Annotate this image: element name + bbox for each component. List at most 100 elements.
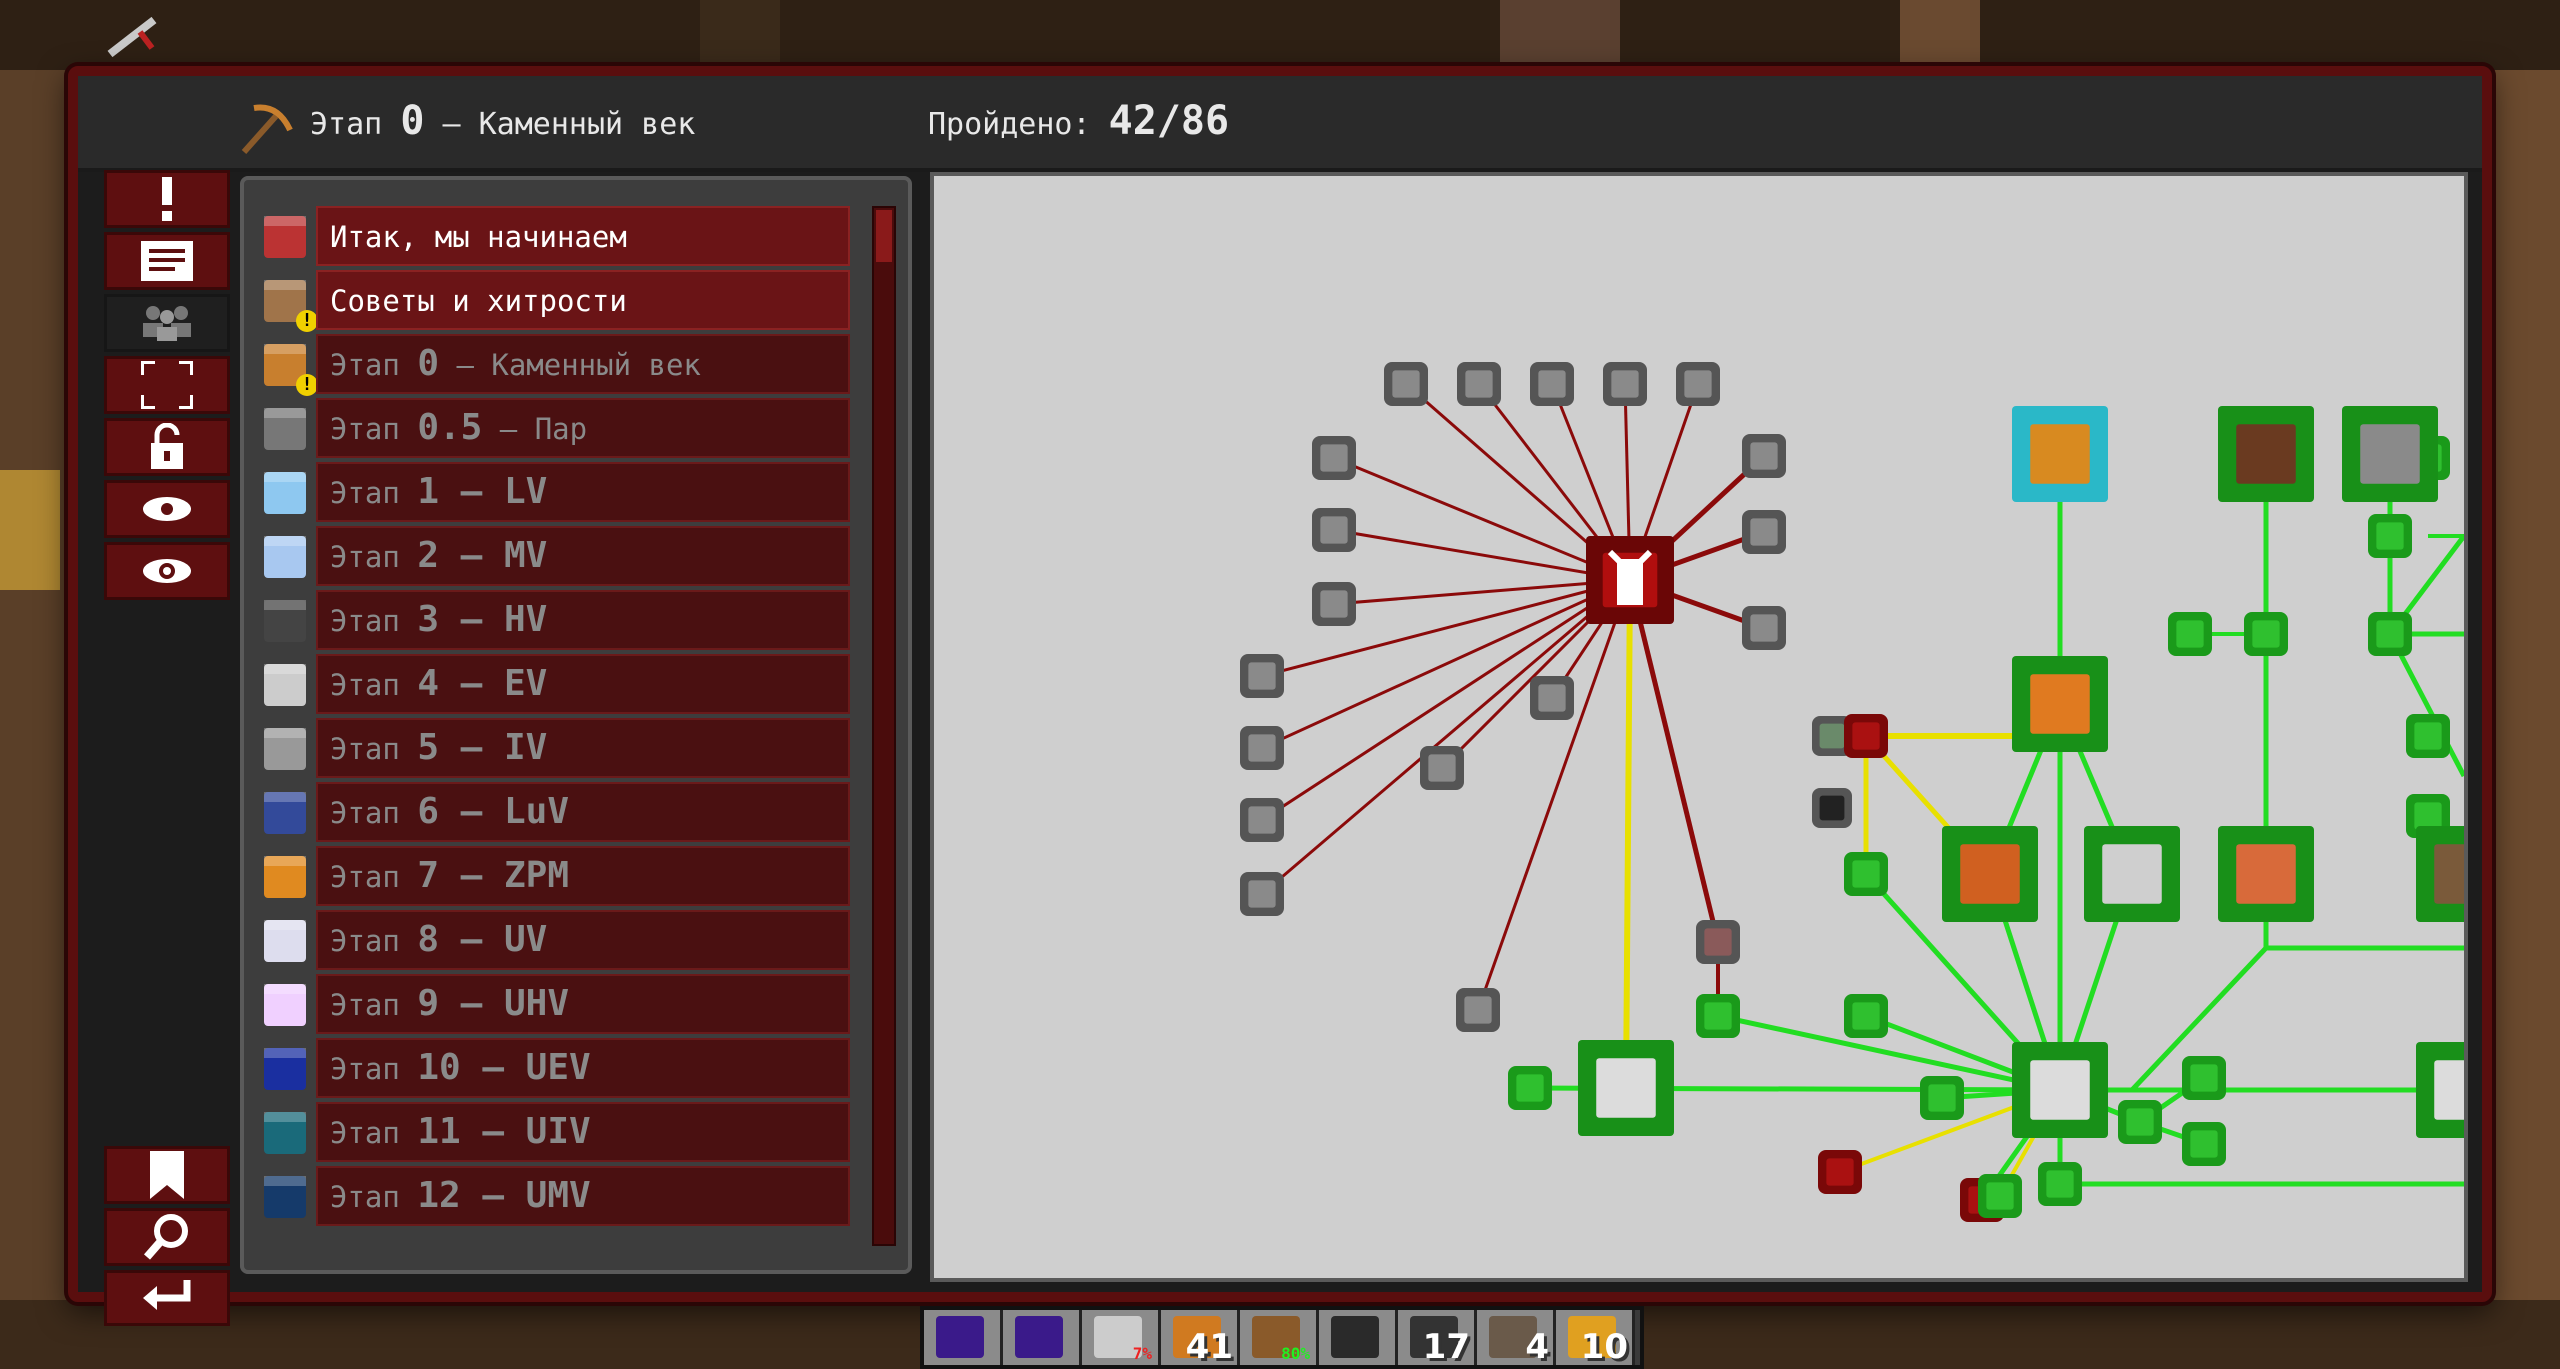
quest-node-complete[interactable] xyxy=(2038,1162,2082,1206)
durability-percent: 80% xyxy=(1281,1344,1310,1363)
quest-node-locked[interactable] xyxy=(1844,714,1888,758)
quest-node-locked[interactable] xyxy=(1742,434,1786,478)
quest-node-locked[interactable] xyxy=(1676,362,1720,406)
quest-node-locked[interactable] xyxy=(1742,510,1786,554)
quest-node-locked[interactable] xyxy=(1530,676,1574,720)
quest-node-locked[interactable] xyxy=(1240,726,1284,770)
quest-dependency-line xyxy=(1623,579,1633,1089)
quest-node-complete[interactable] xyxy=(2182,1122,2226,1166)
iron-ingot-icon[interactable] xyxy=(1578,1040,1674,1136)
chapter-label: Этап 3 – HV xyxy=(316,590,850,650)
chapter-label: Этап 11 – UIV xyxy=(316,1102,850,1162)
exclamation-button[interactable] xyxy=(104,170,230,228)
hotbar-slot[interactable]: 17 xyxy=(1398,1310,1477,1367)
quest-node-complete[interactable] xyxy=(1696,994,1740,1038)
quest-node-locked[interactable] xyxy=(1818,1150,1862,1194)
quest-node-complete[interactable] xyxy=(1844,852,1888,896)
quest-node-complete[interactable] xyxy=(1978,1174,2022,1218)
quest-node-locked[interactable] xyxy=(1240,872,1284,916)
quest-node-complete[interactable] xyxy=(1920,1076,1964,1120)
chapter-item[interactable]: Этап 2 – MV xyxy=(258,526,858,588)
quest-node-locked[interactable] xyxy=(1240,798,1284,842)
chapter-item[interactable]: Этап 4 – EV xyxy=(258,654,858,716)
chapter-item[interactable]: Этап 12 – UMV xyxy=(258,1166,858,1228)
quest-node-locked[interactable] xyxy=(1696,920,1740,964)
quest-map[interactable] xyxy=(930,172,2468,1282)
chapter-item[interactable]: Этап 7 – ZPM xyxy=(258,846,858,908)
fullscreen-button[interactable] xyxy=(104,356,230,414)
pickaxe-icon xyxy=(238,100,294,156)
chapter-item[interactable]: Итак, мы начинаем xyxy=(258,206,858,268)
lock-button[interactable] xyxy=(104,418,230,476)
chapter-item[interactable]: Этап 9 – UHV xyxy=(258,974,858,1036)
eye-icon xyxy=(143,497,191,521)
quest-node-complete[interactable] xyxy=(1844,994,1888,1038)
hotbar-slot[interactable]: 10 xyxy=(1556,1310,1635,1367)
chapter-item[interactable]: Этап 10 – UEV xyxy=(258,1038,858,1100)
warning-icon: ! xyxy=(296,374,318,396)
description-button[interactable] xyxy=(104,232,230,290)
team-button[interactable] xyxy=(104,294,230,352)
blue-plate-icon xyxy=(258,466,316,524)
quest-node-locked[interactable] xyxy=(1603,362,1647,406)
search-button[interactable] xyxy=(104,1208,230,1266)
quest-node-complete[interactable] xyxy=(2168,612,2212,656)
quest-node-locked[interactable] xyxy=(1742,606,1786,650)
quest-node-locked[interactable] xyxy=(1457,362,1501,406)
quest-node-locked[interactable] xyxy=(1456,988,1500,1032)
quest-node-complete[interactable] xyxy=(2244,612,2288,656)
chapter-item[interactable]: ! Советы и хитрости xyxy=(258,270,858,332)
visibility-button[interactable] xyxy=(104,480,230,538)
back-button[interactable] xyxy=(104,1270,230,1326)
hotbar-slot[interactable] xyxy=(1319,1310,1398,1365)
chapter-item[interactable]: Этап 8 – UV xyxy=(258,910,858,972)
chapter-item[interactable]: Этап 1 – LV xyxy=(258,462,858,524)
quest-node-locked[interactable] xyxy=(1312,436,1356,480)
quest-node-locked[interactable] xyxy=(1240,654,1284,698)
chapter-label: Этап 4 – EV xyxy=(316,654,850,714)
quest-node-locked[interactable] xyxy=(1812,788,1852,828)
chapter-item[interactable]: Этап 5 – IV xyxy=(258,718,858,780)
rainbow-ingot-icon xyxy=(258,978,316,1036)
quest-node-locked[interactable] xyxy=(1384,362,1428,406)
pickaxe-icon[interactable] xyxy=(2012,1042,2108,1138)
quest-node-locked[interactable] xyxy=(1530,362,1574,406)
chapter-item[interactable]: ! Этап 0 – Каменный век xyxy=(258,334,858,396)
hotbar-slot[interactable]: 80% xyxy=(1240,1310,1319,1365)
wrench-icon[interactable] xyxy=(1586,536,1674,624)
quest-node-locked[interactable] xyxy=(1312,582,1356,626)
hotbar-slot[interactable]: 4 xyxy=(1477,1310,1556,1367)
quest-node-complete[interactable] xyxy=(2416,1042,2464,1138)
bookmark-button[interactable] xyxy=(104,1146,230,1204)
chapter-item[interactable]: Этап 0.5 – Пар xyxy=(258,398,858,460)
quest-node-complete[interactable] xyxy=(2084,826,2180,922)
hidden-visibility-button[interactable] xyxy=(104,542,230,600)
chapter-item[interactable]: Этап 6 – LuV xyxy=(258,782,858,844)
chapter-list: Итак, мы начинаем! Советы и хитрости! Этап… xyxy=(240,176,912,1274)
item-count: 4 xyxy=(1525,1327,1549,1367)
hotbar-slot[interactable]: 7% xyxy=(1082,1310,1161,1365)
quest-node-complete[interactable] xyxy=(2012,656,2108,752)
quest-node-complete[interactable] xyxy=(2218,406,2314,502)
hotbar-slot[interactable]: 41 xyxy=(1161,1310,1240,1367)
quest-node-complete[interactable] xyxy=(1508,1066,1552,1110)
quest-node-locked[interactable] xyxy=(1312,508,1356,552)
quest-node-locked[interactable] xyxy=(1420,746,1464,790)
purple-backpack-icon xyxy=(936,1316,984,1358)
quest-node-highlighted[interactable] xyxy=(2012,406,2108,502)
quest-node-complete[interactable] xyxy=(2368,612,2412,656)
quest-node-complete[interactable] xyxy=(2342,406,2438,502)
quest-node-complete[interactable] xyxy=(1942,826,2038,922)
quest-node-complete[interactable] xyxy=(2416,826,2464,922)
quest-node-complete[interactable] xyxy=(2218,826,2314,922)
quest-node-complete[interactable] xyxy=(2182,1056,2226,1100)
hotbar-slot[interactable] xyxy=(924,1310,1003,1365)
quest-node-complete[interactable] xyxy=(2368,514,2412,558)
hotbar-slot[interactable] xyxy=(1003,1310,1082,1365)
chapter-item[interactable]: Этап 3 – HV xyxy=(258,590,858,652)
quest-node-complete[interactable] xyxy=(2406,714,2450,758)
quest-node-complete[interactable] xyxy=(2118,1100,2162,1144)
chapter-list-scrollbar[interactable] xyxy=(872,206,896,1246)
chapter-item[interactable]: Этап 11 – UIV xyxy=(258,1102,858,1164)
chapter-label: Этап 9 – UHV xyxy=(316,974,850,1034)
